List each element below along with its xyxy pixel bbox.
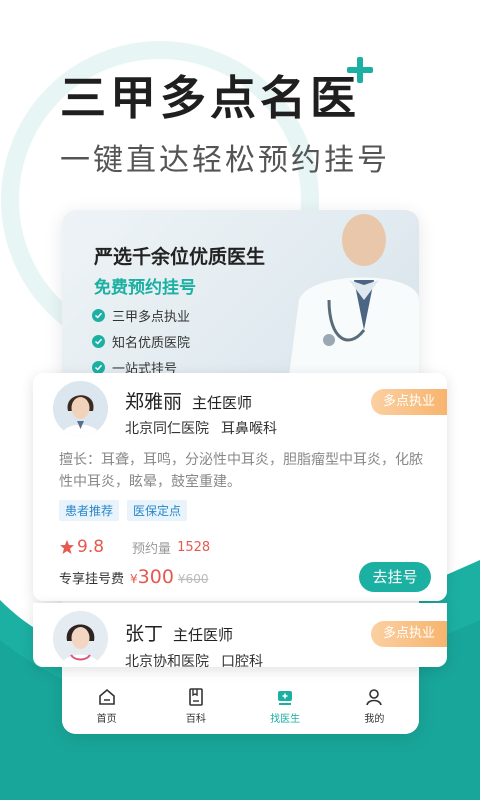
doctor-name-row: 郑雅丽 主任医师: [125, 387, 252, 414]
original-price: ¥600: [177, 572, 209, 586]
headline-subtitle: 一键直达轻松预约挂号: [60, 143, 390, 178]
multi-practice-badge: 多点执业: [371, 621, 447, 647]
feature-item: 三甲多点执业: [92, 302, 190, 328]
plus-icon: [347, 57, 373, 83]
check-icon: [92, 334, 105, 348]
doctor-hospital: 北京协和医院: [125, 654, 209, 667]
doctor-tags: 患者推荐 医保定点: [59, 500, 195, 521]
book-button[interactable]: 去挂号: [359, 562, 431, 592]
doctor-hospital: 北京同仁医院: [125, 421, 209, 437]
doctor-hospital-row: 北京同仁医院 耳鼻喉科: [125, 418, 277, 438]
profile-icon: [366, 689, 383, 706]
doctor-title: 主任医师: [192, 394, 253, 412]
doctor-card[interactable]: 张丁 主任医师 北京协和医院 口腔科 多点执业: [33, 603, 447, 667]
doctor-card[interactable]: 郑雅丽 主任医师 北京同仁医院 耳鼻喉科 多点执业 擅长：耳聋，耳鸣，分泌性中耳炎，…: [33, 373, 447, 601]
check-icon: [92, 360, 105, 374]
booked-label: 预约量: [132, 541, 172, 557]
promo-banner[interactable]: 严选千余位优质医生 免费预约挂号 三甲多点执业 知名优质医院 一站式挂号: [62, 210, 419, 377]
tab-label: 百科: [185, 714, 206, 725]
tab-label: 首页: [96, 714, 117, 725]
home-icon: [98, 688, 115, 705]
rating-value: 9.8: [77, 537, 105, 557]
doctor-name-row: 张丁 主任医师: [125, 619, 233, 646]
multi-practice-badge: 多点执业: [371, 389, 447, 415]
doctor-name: 张丁: [125, 623, 164, 645]
doctor-hospital-row: 北京协和医院 口腔科: [125, 651, 263, 667]
doctor-avatar: [53, 381, 108, 436]
booked-count: 1528: [177, 539, 211, 555]
tab-label: 我的: [364, 714, 385, 725]
doctor-department: 耳鼻喉科: [221, 421, 277, 437]
tab-label: 找医生: [270, 714, 301, 725]
find-doctor-icon: [278, 691, 293, 705]
star-icon: [60, 540, 74, 554]
tab-profile[interactable]: 我的: [344, 687, 404, 725]
price-currency: ¥: [130, 572, 138, 586]
price-label: 专享挂号费: [59, 572, 125, 587]
feature-label: 知名优质医院: [112, 335, 191, 351]
price-row: 专享挂号费 ¥ 300 ¥600: [59, 566, 208, 588]
price-value: 300: [137, 566, 174, 588]
doctor-avatar: [53, 611, 108, 666]
tag-chip: 患者推荐: [59, 500, 120, 521]
tab-home[interactable]: 首页: [77, 687, 137, 725]
banner-heading: 严选千余位优质医生: [94, 246, 266, 268]
banner-subheading: 免费预约挂号: [94, 278, 196, 298]
doctor-title: 主任医师: [173, 626, 234, 644]
doctor-name: 郑雅丽: [125, 391, 183, 413]
banner-feature-list: 三甲多点执业 知名优质医院 一站式挂号: [92, 302, 190, 380]
encyclopedia-icon: [189, 688, 203, 706]
feature-label: 三甲多点执业: [112, 309, 191, 325]
doctor-specialty: 擅长：耳聋，耳鸣，分泌性中耳炎，胆脂瘤型中耳炎，化脓性中耳炎，眩晕，鼓室重建。: [59, 452, 423, 490]
rating-row: 9.8 预约量 1528: [59, 537, 210, 557]
tab-encyclopedia[interactable]: 百科: [166, 687, 226, 725]
doctor-illustration: [289, 214, 419, 375]
tab-find-doctor[interactable]: 找医生: [255, 687, 315, 725]
check-icon: [92, 308, 105, 322]
bottom-tab-bar: 首页 百科 找医生 我的: [62, 678, 419, 734]
headline-title: 三甲多点名医: [60, 71, 360, 125]
feature-item: 知名优质医院: [92, 328, 190, 354]
tag-chip: 医保定点: [127, 500, 188, 521]
doctor-department: 口腔科: [221, 654, 263, 667]
